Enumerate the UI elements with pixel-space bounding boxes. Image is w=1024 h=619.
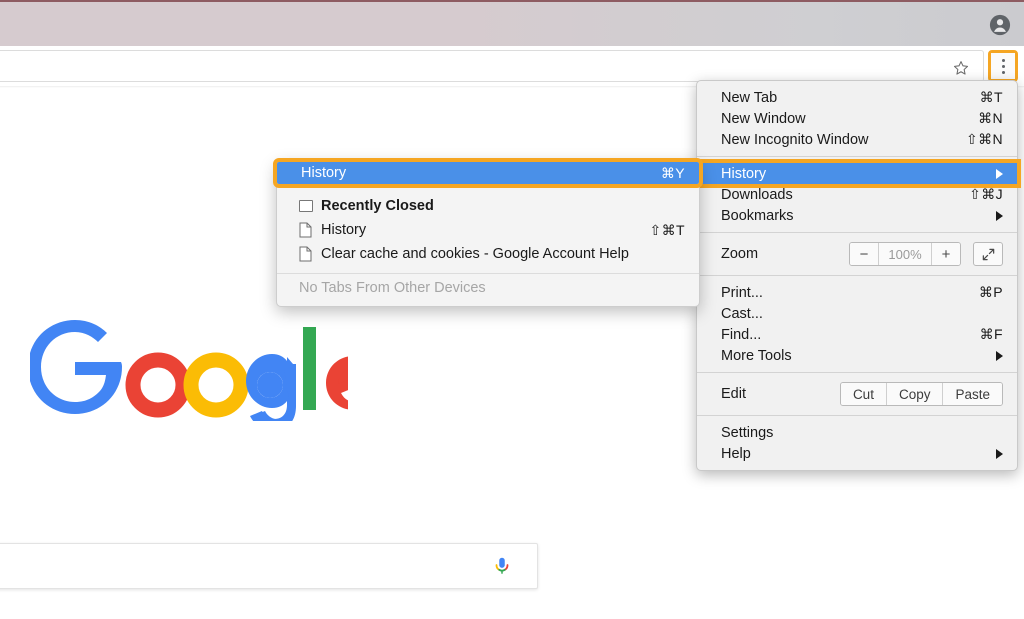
page-icon	[299, 246, 321, 262]
browser-screenshot: Google Search I'm Feeling Lucky New Tab …	[0, 0, 1024, 619]
submenu-header-label: History	[301, 165, 347, 181]
fullscreen-expand-icon	[982, 248, 994, 260]
submenu-no-tabs-note: No Tabs From Other Devices	[299, 280, 486, 296]
menu-item-settings[interactable]: Settings	[697, 422, 1017, 443]
star-glyph	[953, 61, 969, 75]
menu-item-shortcut: ⌘T	[979, 89, 1003, 105]
paste-button[interactable]: Paste	[942, 383, 1002, 405]
zoom-out-button[interactable]: −	[850, 243, 878, 265]
google-logo	[30, 313, 348, 421]
submenu-item-label: Clear cache and cookies - Google Account…	[321, 246, 629, 262]
menu-item-label: Find...	[721, 326, 762, 343]
submenu-header-shortcut: ⌘Y	[660, 164, 685, 181]
google-logo-glyph	[30, 320, 348, 421]
window-icon	[299, 200, 321, 212]
page-icon	[299, 222, 321, 238]
search-input[interactable]	[0, 543, 538, 589]
menu-item-more-tools[interactable]: More Tools	[697, 345, 1017, 366]
menu-item-shortcut: ⇧⌘J	[969, 186, 1003, 202]
chrome-main-menu: New Tab ⌘T New Window ⌘N New Incognito W…	[693, 80, 1021, 471]
menu-item-new-incognito-window[interactable]: New Incognito Window ⇧⌘N	[697, 129, 1017, 150]
menu-item-label: Help	[721, 445, 751, 462]
menu-divider	[697, 156, 1017, 157]
account-circle-icon	[989, 14, 1011, 36]
copy-button[interactable]: Copy	[885, 383, 943, 405]
chevron-right-icon	[996, 448, 1003, 459]
menu-item-label: Print...	[721, 284, 763, 301]
submenu-items: Recently Closed History ⇧⌘T Clear cache …	[277, 184, 699, 302]
submenu-item-recently-closed[interactable]: Recently Closed	[277, 194, 699, 218]
menu-divider	[697, 372, 1017, 373]
menu-item-help[interactable]: Help	[697, 443, 1017, 464]
menu-item-label: Downloads	[721, 186, 793, 203]
menu-item-shortcut: ⇧⌘N	[965, 131, 1003, 147]
menu-item-shortcut: ⌘F	[979, 326, 1003, 342]
microphone-icon[interactable]	[491, 555, 515, 579]
menu-row-edit: Edit Cut Copy Paste	[697, 379, 1017, 409]
window-title-bar	[0, 0, 1024, 46]
mic-glyph	[495, 557, 509, 574]
zoom-stepper: − 100% +	[849, 242, 961, 266]
menu-divider	[697, 232, 1017, 233]
avatar[interactable]	[984, 9, 1016, 41]
chevron-right-icon	[996, 168, 1003, 179]
menu-item-label: Cast...	[721, 305, 763, 322]
chevron-right-icon	[996, 350, 1003, 361]
menu-divider	[697, 275, 1017, 276]
dot	[1001, 70, 1005, 74]
edit-button-group: Cut Copy Paste	[839, 382, 1003, 406]
menu-item-label: Settings	[721, 424, 774, 441]
edit-label: Edit	[721, 386, 746, 402]
menu-item-history[interactable]: History	[693, 159, 1021, 188]
menu-item-label: New Window	[721, 110, 806, 127]
cut-button[interactable]: Cut	[840, 383, 886, 405]
menu-item-downloads[interactable]: Downloads ⇧⌘J	[697, 184, 1017, 205]
menu-item-shortcut: ⌘P	[978, 284, 1003, 300]
fullscreen-button[interactable]	[973, 242, 1003, 266]
menu-item-shortcut: ⌘N	[978, 110, 1003, 126]
page-glyph	[299, 222, 312, 238]
menu-item-find[interactable]: Find... ⌘F	[697, 324, 1017, 345]
page-glyph	[299, 246, 312, 262]
submenu-item-label: History	[321, 222, 367, 238]
menu-item-label: More Tools	[721, 347, 792, 364]
menu-item-label: New Tab	[721, 89, 778, 106]
menu-item-print[interactable]: Print... ⌘P	[697, 282, 1017, 303]
menu-item-label: Bookmarks	[721, 207, 794, 224]
chrome-menu-button[interactable]	[988, 50, 1018, 82]
bookmark-star-icon[interactable]	[951, 58, 971, 78]
three-dot-menu-icon	[991, 53, 1015, 79]
dot	[1001, 64, 1005, 68]
menu-divider	[697, 415, 1017, 416]
submenu-header-history[interactable]: History ⌘Y	[273, 158, 703, 188]
menu-item-new-window[interactable]: New Window ⌘N	[697, 108, 1017, 129]
menu-item-label: New Incognito Window	[721, 131, 869, 148]
menu-item-cast[interactable]: Cast...	[697, 303, 1017, 324]
chevron-right-icon	[996, 210, 1003, 221]
menu-item-bookmarks[interactable]: Bookmarks	[697, 205, 1017, 226]
window-glyph	[299, 200, 313, 212]
submenu-item-label: Recently Closed	[321, 198, 434, 214]
dot	[1001, 58, 1005, 62]
submenu-item-clear-cache[interactable]: Clear cache and cookies - Google Account…	[277, 242, 699, 266]
zoom-level-value: 100%	[878, 243, 932, 265]
menu-item-new-tab[interactable]: New Tab ⌘T	[697, 87, 1017, 108]
submenu-item-shortcut: ⇧⌘T	[649, 221, 685, 238]
zoom-label: Zoom	[721, 246, 759, 262]
history-submenu: History ⌘Y Recently Closed History ⇧⌘T C…	[273, 158, 703, 307]
zoom-in-button[interactable]: +	[932, 243, 960, 265]
submenu-item-history[interactable]: History ⇧⌘T	[277, 218, 699, 242]
address-bar[interactable]	[0, 50, 984, 82]
menu-row-zoom: Zoom − 100% +	[697, 239, 1017, 269]
menu-item-label: History	[721, 165, 767, 182]
